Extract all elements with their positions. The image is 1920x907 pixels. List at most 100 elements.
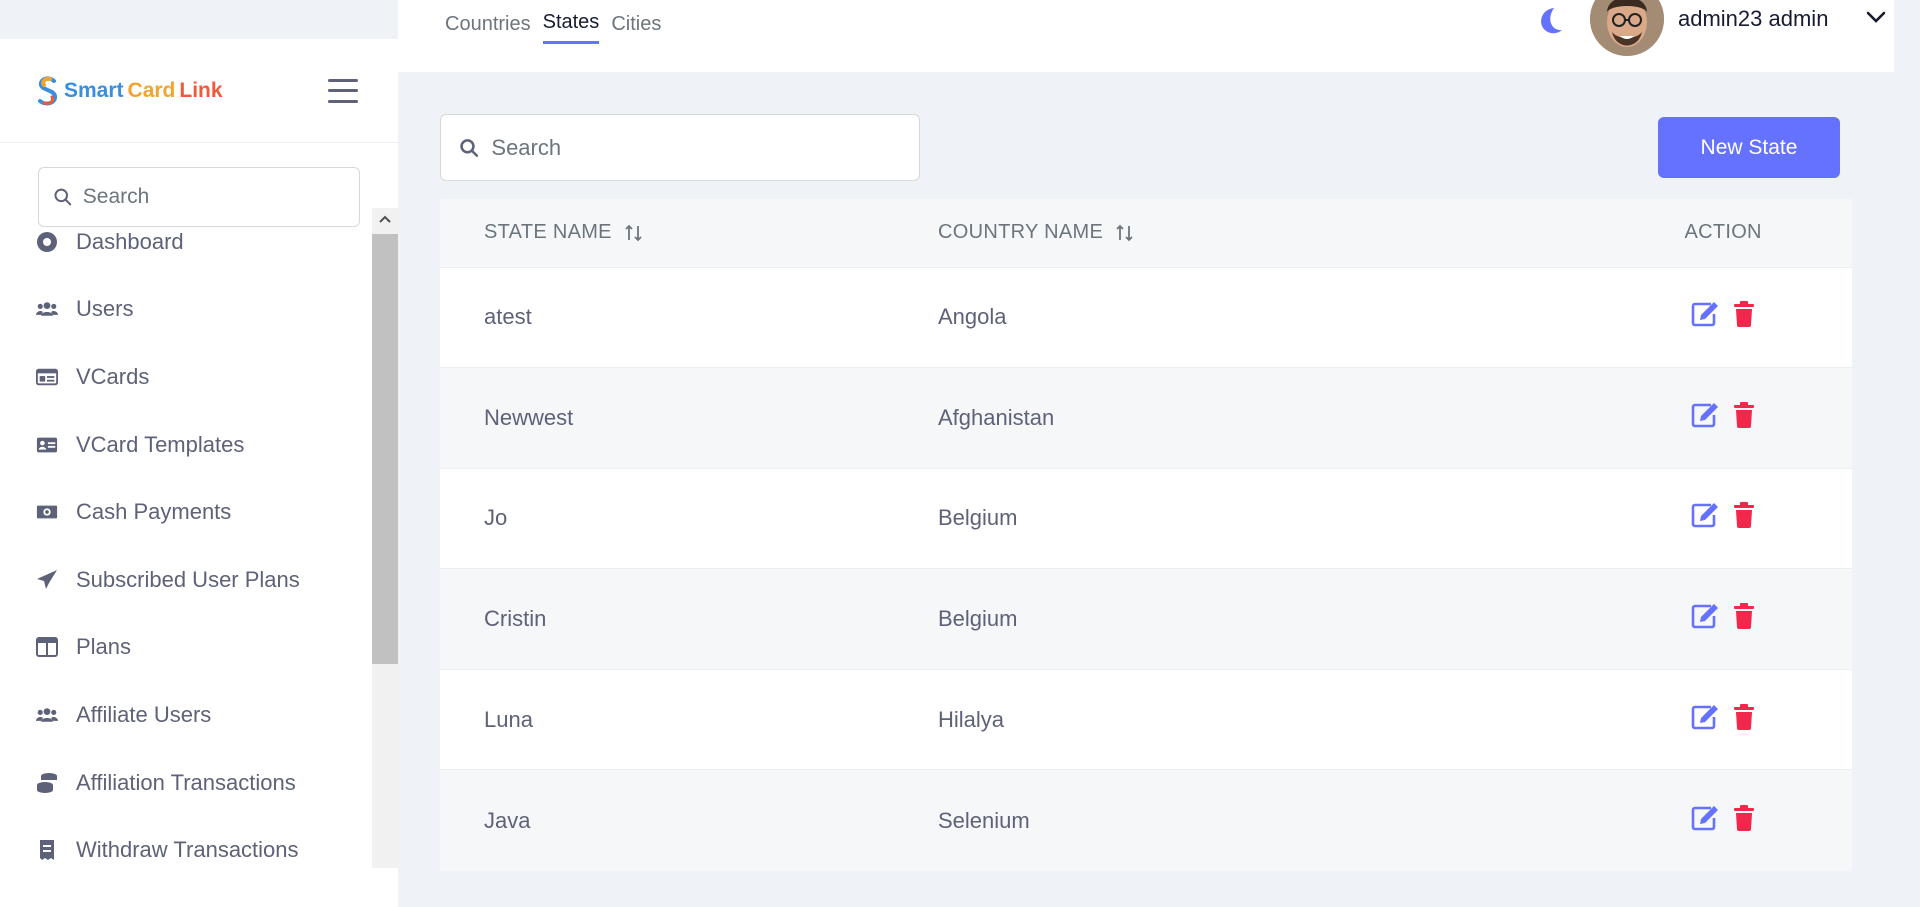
sidebar-item-affiliate-users[interactable]: Affiliate Users bbox=[0, 681, 372, 749]
sidebar-item-affiliation-transactions[interactable]: Affiliation Transactions bbox=[0, 749, 372, 817]
sidebar-item-label: VCards bbox=[76, 363, 150, 389]
table-row: Cristin Belgium bbox=[440, 568, 1852, 670]
dashboard-icon bbox=[36, 231, 58, 253]
sort-icon bbox=[625, 224, 642, 242]
logo-icon bbox=[38, 75, 58, 105]
sidebar-item-withdraw-transactions[interactable]: Withdraw Transactions bbox=[0, 816, 372, 884]
sidebar-item-label: Dashboard bbox=[76, 228, 184, 254]
menu-toggle-icon[interactable] bbox=[328, 78, 358, 103]
moon-icon[interactable] bbox=[1536, 6, 1564, 41]
sidebar-item-plans[interactable]: Plans bbox=[0, 614, 372, 682]
scrollbar-thumb[interactable] bbox=[372, 234, 398, 664]
vcard-icon bbox=[36, 366, 58, 388]
column-label: STATE NAME bbox=[484, 221, 612, 244]
country-name-cell: Afghanistan bbox=[938, 404, 1055, 430]
template-icon bbox=[36, 434, 58, 456]
sidebar-menu: Dashboard Users VCards VCard Templates C… bbox=[0, 208, 372, 884]
user-name[interactable]: admin23 admin bbox=[1678, 6, 1828, 32]
tab-countries[interactable]: Countries bbox=[445, 0, 531, 44]
search-icon bbox=[460, 138, 479, 157]
trash-icon[interactable] bbox=[1733, 301, 1755, 328]
sidebar-item-subscribed-user-plans[interactable]: Subscribed User Plans bbox=[0, 546, 372, 614]
table-row: Java Selenium bbox=[440, 769, 1852, 871]
sidebar-item-label: Cash Payments bbox=[76, 499, 232, 525]
action-cell bbox=[1594, 770, 1852, 871]
tab-cities[interactable]: Cities bbox=[611, 0, 661, 44]
edit-icon[interactable] bbox=[1691, 805, 1719, 831]
edit-icon[interactable] bbox=[1691, 704, 1719, 730]
table-row: Luna Hilalya bbox=[440, 669, 1852, 770]
sidebar-item-label: VCard Templates bbox=[76, 431, 245, 457]
trash-icon[interactable] bbox=[1733, 804, 1755, 831]
search-icon bbox=[54, 188, 72, 206]
table-search bbox=[440, 114, 920, 181]
country-name-cell: Belgium bbox=[938, 606, 1018, 632]
paper-plane-icon bbox=[36, 569, 58, 591]
action-cell bbox=[1594, 669, 1852, 770]
chevron-up-icon[interactable] bbox=[372, 208, 398, 230]
brand-link: Link bbox=[179, 78, 223, 102]
search-input[interactable] bbox=[491, 134, 901, 161]
column-header-action: ACTION bbox=[1684, 221, 1762, 244]
table-row: atest Angola bbox=[440, 267, 1852, 368]
column-header-state[interactable]: STATE NAME bbox=[440, 199, 938, 267]
sidebar-item-vcard-templates[interactable]: VCard Templates bbox=[0, 411, 372, 479]
edit-icon[interactable] bbox=[1691, 603, 1719, 629]
table-row: Jo Belgium bbox=[440, 468, 1852, 569]
users-icon bbox=[36, 704, 58, 726]
sidebar-item-label: Affiliate Users bbox=[76, 701, 212, 727]
sidebar-item-vcards[interactable]: VCards bbox=[0, 343, 372, 411]
coins-icon bbox=[36, 772, 58, 794]
brand-bar: Smart Card Link bbox=[0, 39, 398, 143]
edit-icon[interactable] bbox=[1691, 502, 1719, 528]
table-row: Newwest Afghanistan bbox=[440, 367, 1852, 469]
trash-icon[interactable] bbox=[1733, 603, 1755, 630]
sidebar-item-label: Users bbox=[76, 296, 134, 322]
states-table: STATE NAME COUNTRY NAME ACTION atest Ang… bbox=[440, 199, 1852, 871]
action-cell bbox=[1594, 468, 1852, 569]
trash-icon[interactable] bbox=[1733, 401, 1755, 428]
tab-states[interactable]: States bbox=[542, 0, 600, 44]
country-name-cell: Hilalya bbox=[938, 706, 1005, 732]
sort-icon bbox=[1116, 224, 1133, 242]
brand-smart: Smart bbox=[64, 78, 124, 102]
edit-icon[interactable] bbox=[1691, 402, 1719, 428]
state-name-cell: Java bbox=[484, 807, 531, 833]
sidebar-item-label: Withdraw Transactions bbox=[76, 837, 299, 863]
state-name-cell: atest bbox=[484, 304, 532, 330]
plans-icon bbox=[36, 636, 58, 658]
sidebar-item-users[interactable]: Users bbox=[0, 276, 372, 344]
state-name-cell: Jo bbox=[484, 505, 508, 531]
table-header-row: STATE NAME COUNTRY NAME ACTION bbox=[440, 199, 1852, 267]
cash-icon bbox=[36, 501, 58, 523]
top-header: Countries States Cities admin23 admin bbox=[398, 0, 1894, 72]
new-state-button[interactable]: New State bbox=[1658, 117, 1840, 178]
avatar[interactable] bbox=[1590, 0, 1664, 56]
column-label: COUNTRY NAME bbox=[938, 221, 1104, 244]
sidebar-search-input[interactable] bbox=[82, 185, 345, 209]
trash-icon[interactable] bbox=[1733, 502, 1755, 529]
chevron-down-icon[interactable] bbox=[1866, 10, 1886, 29]
action-cell bbox=[1594, 569, 1852, 670]
country-name-cell: Angola bbox=[938, 304, 1007, 330]
brand-card: Card bbox=[127, 78, 176, 102]
sidebar-item-label: Plans bbox=[76, 634, 132, 660]
country-name-cell: Belgium bbox=[938, 505, 1018, 531]
sidebar: SmartCardLink Dashboard Users bbox=[0, 0, 398, 907]
state-name-cell: Luna bbox=[484, 706, 533, 732]
receipt-icon bbox=[36, 839, 58, 861]
sidebar-scrollbar[interactable] bbox=[372, 208, 398, 868]
action-cell bbox=[1594, 267, 1852, 368]
tab-bar: Countries States Cities bbox=[445, 0, 661, 44]
action-cell bbox=[1594, 368, 1852, 469]
sidebar-item-cash-payments[interactable]: Cash Payments bbox=[0, 478, 372, 546]
country-name-cell: Selenium bbox=[938, 807, 1030, 833]
sidebar-item-label: Affiliation Transactions bbox=[76, 769, 296, 795]
trash-icon[interactable] bbox=[1733, 703, 1755, 730]
sidebar-item-dashboard[interactable]: Dashboard bbox=[0, 208, 372, 276]
brand-logo[interactable]: Smart Card Link bbox=[36, 75, 223, 107]
column-header-country[interactable]: COUNTRY NAME bbox=[938, 199, 1594, 267]
state-name-cell: Cristin bbox=[484, 606, 547, 632]
edit-icon[interactable] bbox=[1691, 301, 1719, 327]
users-icon bbox=[36, 298, 58, 320]
